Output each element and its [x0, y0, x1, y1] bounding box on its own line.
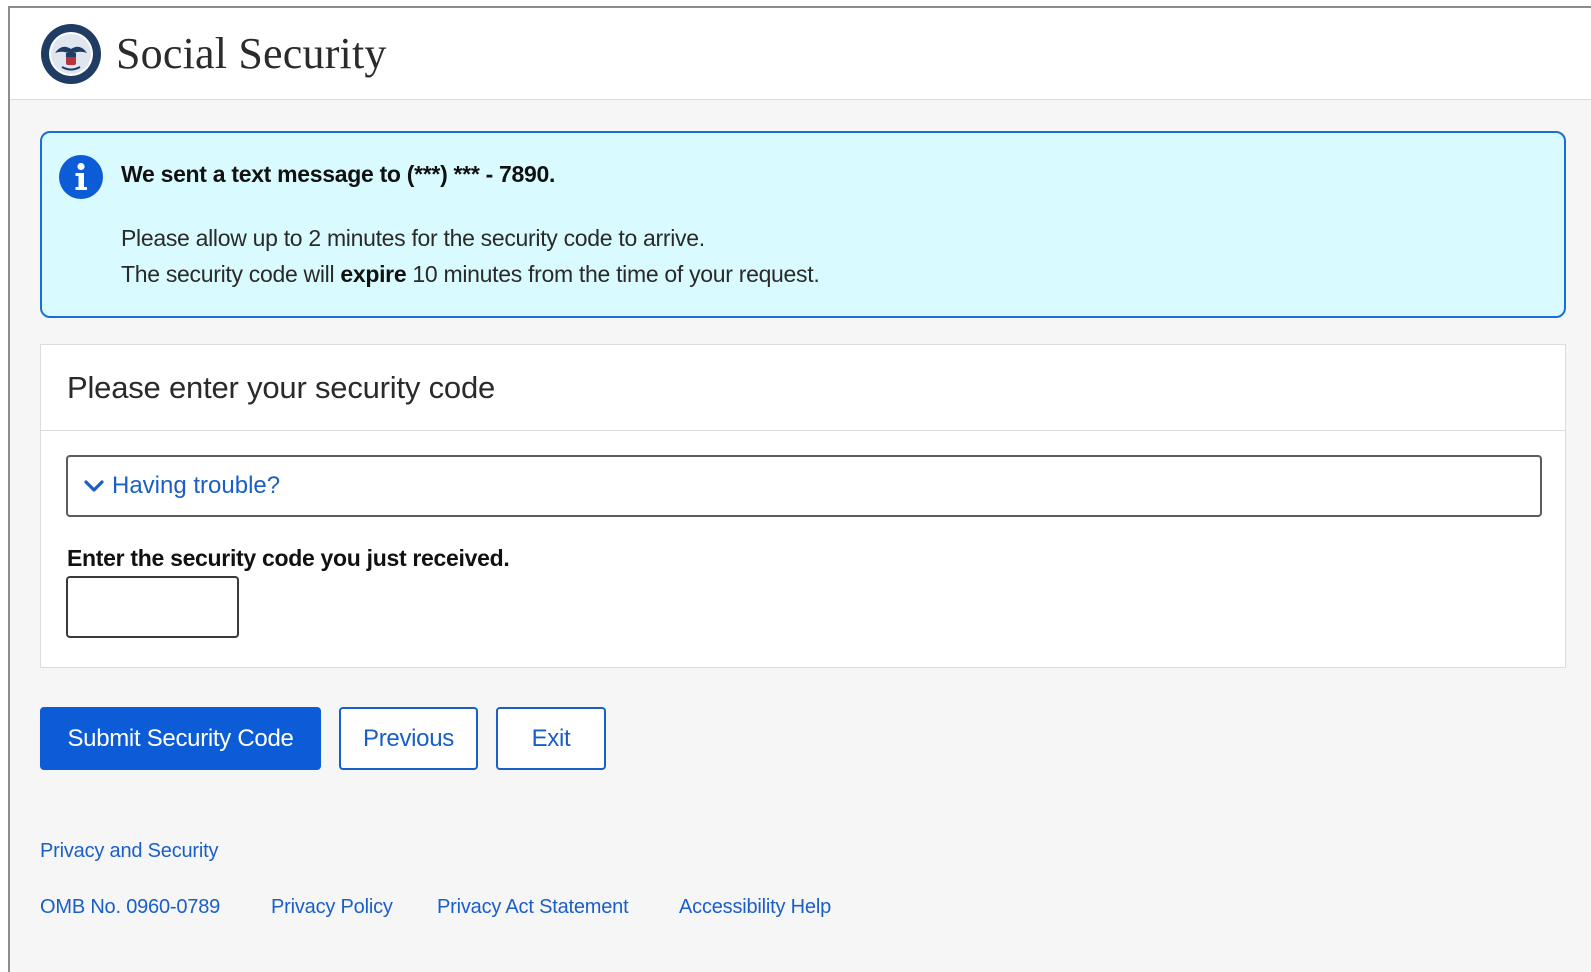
- alert-expiry-suffix: 10 minutes from the time of your request…: [406, 261, 820, 287]
- submit-security-code-button[interactable]: Submit Security Code: [40, 707, 321, 770]
- privacy-and-security-link[interactable]: Privacy and Security: [40, 840, 218, 863]
- card-title: Please enter your security code: [67, 369, 496, 405]
- security-code-label: Enter the security code you just receive…: [67, 545, 510, 571]
- site-brand-title: Social Security: [116, 29, 387, 78]
- previous-button[interactable]: Previous: [339, 707, 478, 770]
- exit-button[interactable]: Exit: [496, 707, 606, 770]
- info-alert: We sent a text message to (***) *** - 78…: [40, 131, 1566, 318]
- info-icon: [59, 155, 103, 199]
- page-frame: Social Security We sent a text message t…: [8, 6, 1591, 972]
- alert-title: We sent a text message to (***) *** - 78…: [121, 161, 556, 187]
- having-trouble-accordion[interactable]: Having trouble?: [66, 455, 1542, 517]
- alert-line-expiry: The security code will expire 10 minutes…: [121, 261, 820, 288]
- privacy-act-statement-link[interactable]: Privacy Act Statement: [437, 896, 629, 919]
- privacy-policy-link[interactable]: Privacy Policy: [271, 896, 393, 919]
- alert-expiry-bold: expire: [340, 261, 407, 287]
- alert-line-arrival: Please allow up to 2 minutes for the sec…: [121, 225, 705, 251]
- security-code-input[interactable]: [66, 576, 239, 638]
- chevron-down-icon: [84, 480, 104, 492]
- card-header: Please enter your security code: [41, 345, 1565, 431]
- accessibility-help-link[interactable]: Accessibility Help: [679, 896, 831, 919]
- site-header: Social Security: [10, 8, 1591, 100]
- ssa-seal-icon: [41, 23, 101, 84]
- security-code-card: Please enter your security code Having t…: [40, 344, 1566, 668]
- having-trouble-label: Having trouble?: [112, 472, 281, 499]
- alert-expiry-prefix: The security code will: [121, 261, 341, 287]
- omb-number-link[interactable]: OMB No. 0960-0789: [40, 896, 220, 919]
